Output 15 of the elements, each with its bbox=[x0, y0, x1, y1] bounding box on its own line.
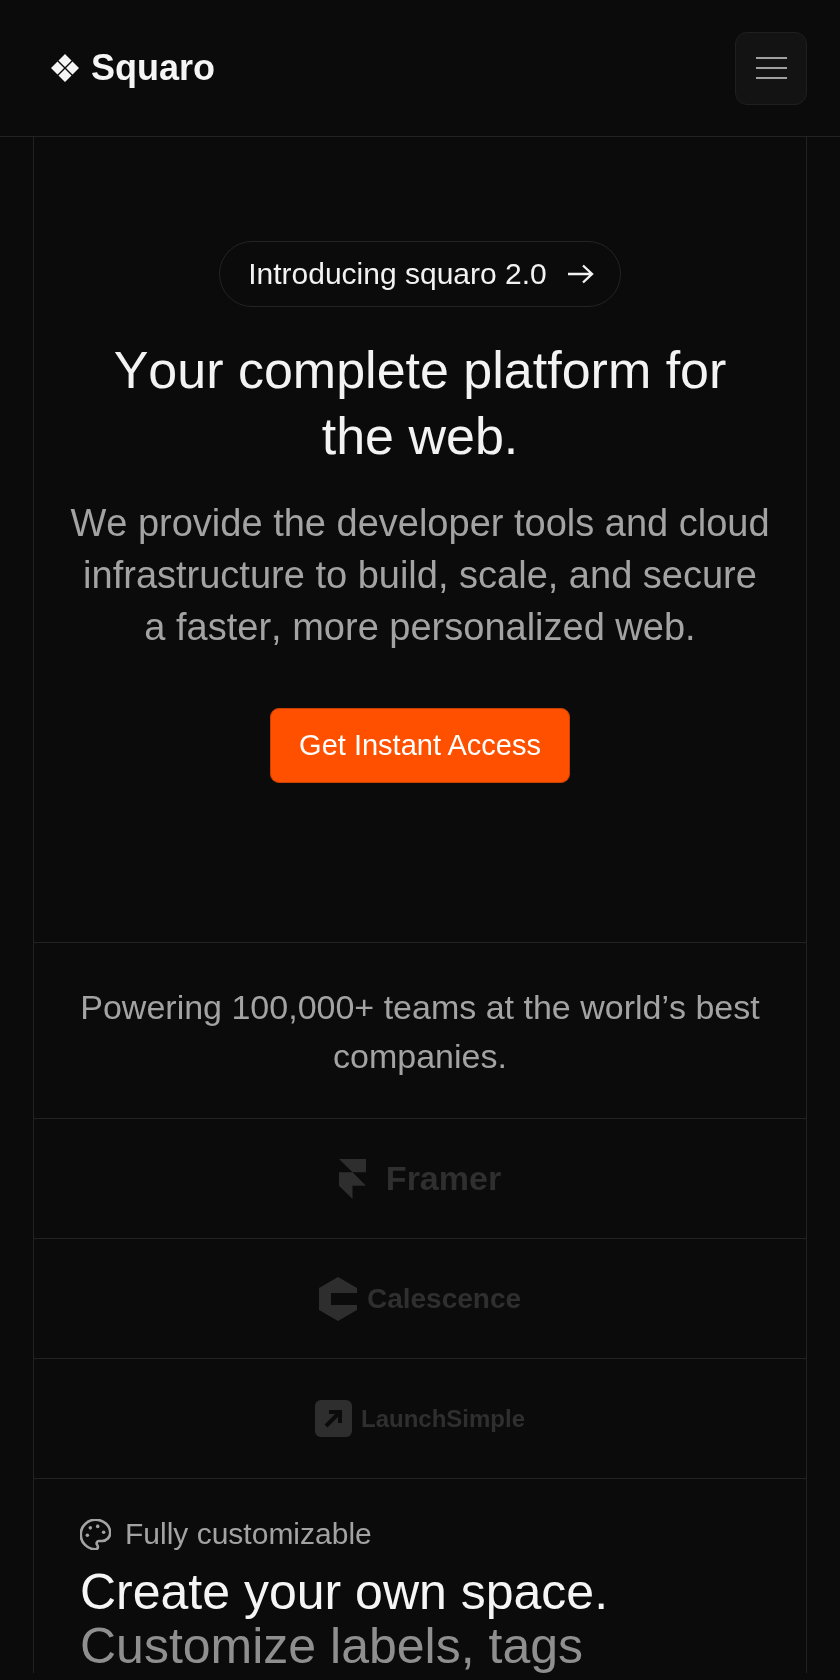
hexagon-icon bbox=[318, 1276, 357, 1321]
brand-name: Squaro bbox=[91, 47, 215, 89]
customers-statement: Powering 100,000+ teams at the world’s best companies. bbox=[79, 987, 761, 1077]
menu-icon bbox=[755, 57, 787, 79]
folded-shape-icon bbox=[338, 1158, 366, 1199]
feature-label: Fully customizable bbox=[125, 1517, 372, 1551]
hero-title: Your complete platform for the web. bbox=[112, 340, 728, 467]
menu-button[interactable] bbox=[735, 31, 807, 105]
diamonds-icon bbox=[50, 53, 80, 83]
palette-icon bbox=[80, 1518, 111, 1550]
arrow-right-icon bbox=[566, 264, 594, 284]
feature-subtitle: Customize labels, tags bbox=[80, 1619, 583, 1673]
hero-description: We provide the developer tools and cloud infrastructure to build, scale, and secure a faster, more personalized web. bbox=[69, 501, 771, 650]
arrow-square-icon bbox=[315, 1400, 352, 1437]
feature-title: Create your own space. bbox=[80, 1565, 610, 1619]
